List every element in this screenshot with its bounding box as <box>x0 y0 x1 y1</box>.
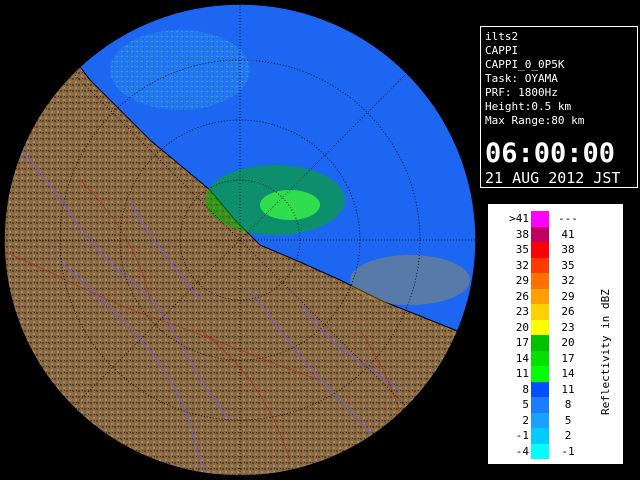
legend-color-swatch <box>531 366 549 382</box>
legend-row: 26 29 <box>489 288 589 304</box>
legend-row: 58 <box>489 397 589 413</box>
info-panel: ilts2 CAPPI CAPPI_0_0P5K Task: OYAMA PRF… <box>480 26 638 188</box>
legend-high-value: 20 <box>561 336 575 349</box>
legend-low-value: 29 <box>515 274 529 287</box>
legend-low-value: 32 <box>515 258 529 272</box>
legend-row: 14 17 <box>489 350 589 366</box>
legend-unit-label: Reflectivity in dBZ <box>599 289 612 415</box>
legend-low-value: 26 <box>515 289 529 303</box>
legend-low-value: 17 <box>515 336 529 349</box>
legend-low-value: 14 <box>515 351 529 365</box>
max-range-label: Max Range:80 km <box>485 114 585 127</box>
legend-low-value: 8 <box>522 382 529 396</box>
legend-color-swatch <box>531 257 549 273</box>
legend-color-swatch <box>531 335 549 351</box>
legend-low-value: 11 <box>515 367 529 380</box>
legend-high-value: 35 <box>561 258 575 272</box>
legend-low-value: >41 <box>509 212 529 225</box>
legend-color-swatch <box>531 273 549 289</box>
legend-high-value: 29 <box>561 289 575 303</box>
legend-color-swatch <box>531 319 549 335</box>
legend-low-value: 20 <box>515 320 529 334</box>
legend-color-swatch <box>531 412 549 428</box>
height-label: Height:0.5 km <box>485 100 572 113</box>
legend-row: 17 20 <box>489 335 589 351</box>
legend-low-value: 35 <box>515 243 529 256</box>
legend-high-value: 2 <box>564 429 572 442</box>
legend-high-value: --- <box>558 212 578 225</box>
product-type: CAPPI <box>485 44 519 57</box>
legend-row: 23 26 <box>489 304 589 320</box>
legend-row: -1 2 <box>489 428 589 444</box>
observation-date: 21 AUG 2012 JST <box>485 169 621 187</box>
legend-row: 35 38 <box>489 242 589 258</box>
legend-high-value: 14 <box>561 367 575 380</box>
echo-cluster-east <box>350 255 470 305</box>
legend-high-value: 41 <box>561 227 575 241</box>
legend-color-swatch <box>531 211 549 227</box>
legend-row: 32 35 <box>489 257 589 273</box>
legend-low-value: -1 <box>515 429 529 442</box>
legend-color-swatch <box>531 226 549 242</box>
legend-color-swatch <box>531 288 549 304</box>
radar-map <box>0 0 480 480</box>
legend-high-value: 32 <box>561 274 575 287</box>
legend-row: >41 --- <box>489 211 589 227</box>
legend-high-value: 11 <box>561 382 575 396</box>
legend-color-swatch <box>531 443 549 459</box>
legend-high-value: 17 <box>561 351 575 365</box>
legend-high-value: 5 <box>564 413 572 427</box>
task-label: Task: OYAMA <box>485 72 558 85</box>
legend-high-value: 8 <box>564 398 572 411</box>
legend-high-value: 38 <box>561 243 575 256</box>
legend-low-value: 5 <box>522 398 529 411</box>
legend-low-value: 23 <box>515 305 529 318</box>
legend-row: 11 14 <box>489 366 589 382</box>
legend-color-swatch <box>531 242 549 258</box>
legend-row: 29 32 <box>489 273 589 289</box>
product-name: CAPPI_0_0P5K <box>485 58 565 71</box>
echo-cluster-core <box>260 190 320 220</box>
legend-row: 38 41 <box>489 226 589 242</box>
legend-high-value: 26 <box>561 305 575 318</box>
legend-high-value: -1 <box>561 444 575 458</box>
legend-row: 8 11 <box>489 381 589 397</box>
legend-row: -4 -1 <box>489 443 589 459</box>
legend-row: 20 23 <box>489 319 589 335</box>
prf-label: PRF: 1800Hz <box>485 86 558 99</box>
color-legend: >41 --- 38 41 35 38 32 35 29 32 26 29 23 26 20 23 17 20 14… <box>488 204 623 464</box>
legend-color-swatch <box>531 381 549 397</box>
legend-color-swatch <box>531 397 549 413</box>
legend-low-value: 2 <box>522 413 529 427</box>
legend-low-value: 38 <box>515 227 529 241</box>
legend-color-swatch <box>531 304 549 320</box>
legend-low-value: -4 <box>515 444 529 458</box>
legend-unit-text: Reflectivity in dBZ <box>599 289 612 415</box>
legend-color-swatch <box>531 428 549 444</box>
legend-high-value: 23 <box>561 320 575 334</box>
station-name: ilts2 <box>485 30 519 43</box>
observation-time: 06:00:00 <box>485 138 616 169</box>
legend-row: 25 <box>489 412 589 428</box>
legend-color-swatch <box>531 350 549 366</box>
